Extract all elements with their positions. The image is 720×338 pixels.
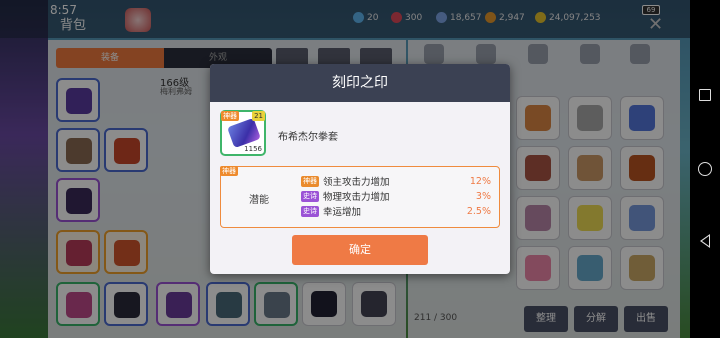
system-nav-bar: [690, 0, 720, 338]
stat-name: 领主攻击力增加: [323, 177, 390, 188]
item-name: 布希杰尔拳套: [278, 132, 338, 143]
item-slot[interactable]: 神器 21 1156: [220, 110, 266, 156]
rank-badge: 史诗: [301, 205, 319, 217]
item-row: 神器 21 1156 布希杰尔拳套: [220, 110, 500, 158]
dialog-title: 刻印之印: [210, 64, 510, 102]
potential-grade-tag: 神器: [220, 166, 238, 176]
rank-badge: 史诗: [301, 190, 319, 202]
stat-value: 12%: [469, 175, 491, 187]
potential-box: 神器 潜能 神器 领主攻击力增加 12% 史诗 物理攻击力增加 3% 史诗 幸运…: [220, 166, 500, 228]
rank-badge: 神器: [301, 175, 319, 187]
stat-name: 幸运增加: [323, 207, 362, 218]
stat-value: 3%: [475, 190, 491, 202]
gauntlet-icon: [227, 117, 261, 149]
potential-line: 神器 领主攻击力增加 12%: [301, 174, 491, 188]
potential-label: 潜能: [249, 195, 269, 206]
potential-line: 史诗 物理攻击力增加 3%: [301, 189, 491, 203]
potential-line: 史诗 幸运增加 2.5%: [301, 204, 491, 218]
grade-tag: 神器: [221, 111, 239, 121]
game-scene: 8:57 背包 20 300 18,657 2,947 24,097,253 6…: [0, 0, 690, 338]
confirm-button[interactable]: 确定: [292, 235, 428, 265]
back-icon[interactable]: [700, 234, 710, 248]
home-icon[interactable]: [698, 162, 712, 176]
recent-apps-icon[interactable]: [699, 89, 711, 101]
item-count: 1156: [243, 145, 263, 153]
stat-value: 2.5%: [466, 205, 491, 217]
inscription-dialog: 刻印之印 神器 21 1156 布希杰尔拳套 神器 潜能 神器 领主攻击力增加 …: [210, 64, 510, 274]
stat-name: 物理攻击力增加: [323, 192, 390, 203]
level-tag: 21: [252, 111, 265, 121]
